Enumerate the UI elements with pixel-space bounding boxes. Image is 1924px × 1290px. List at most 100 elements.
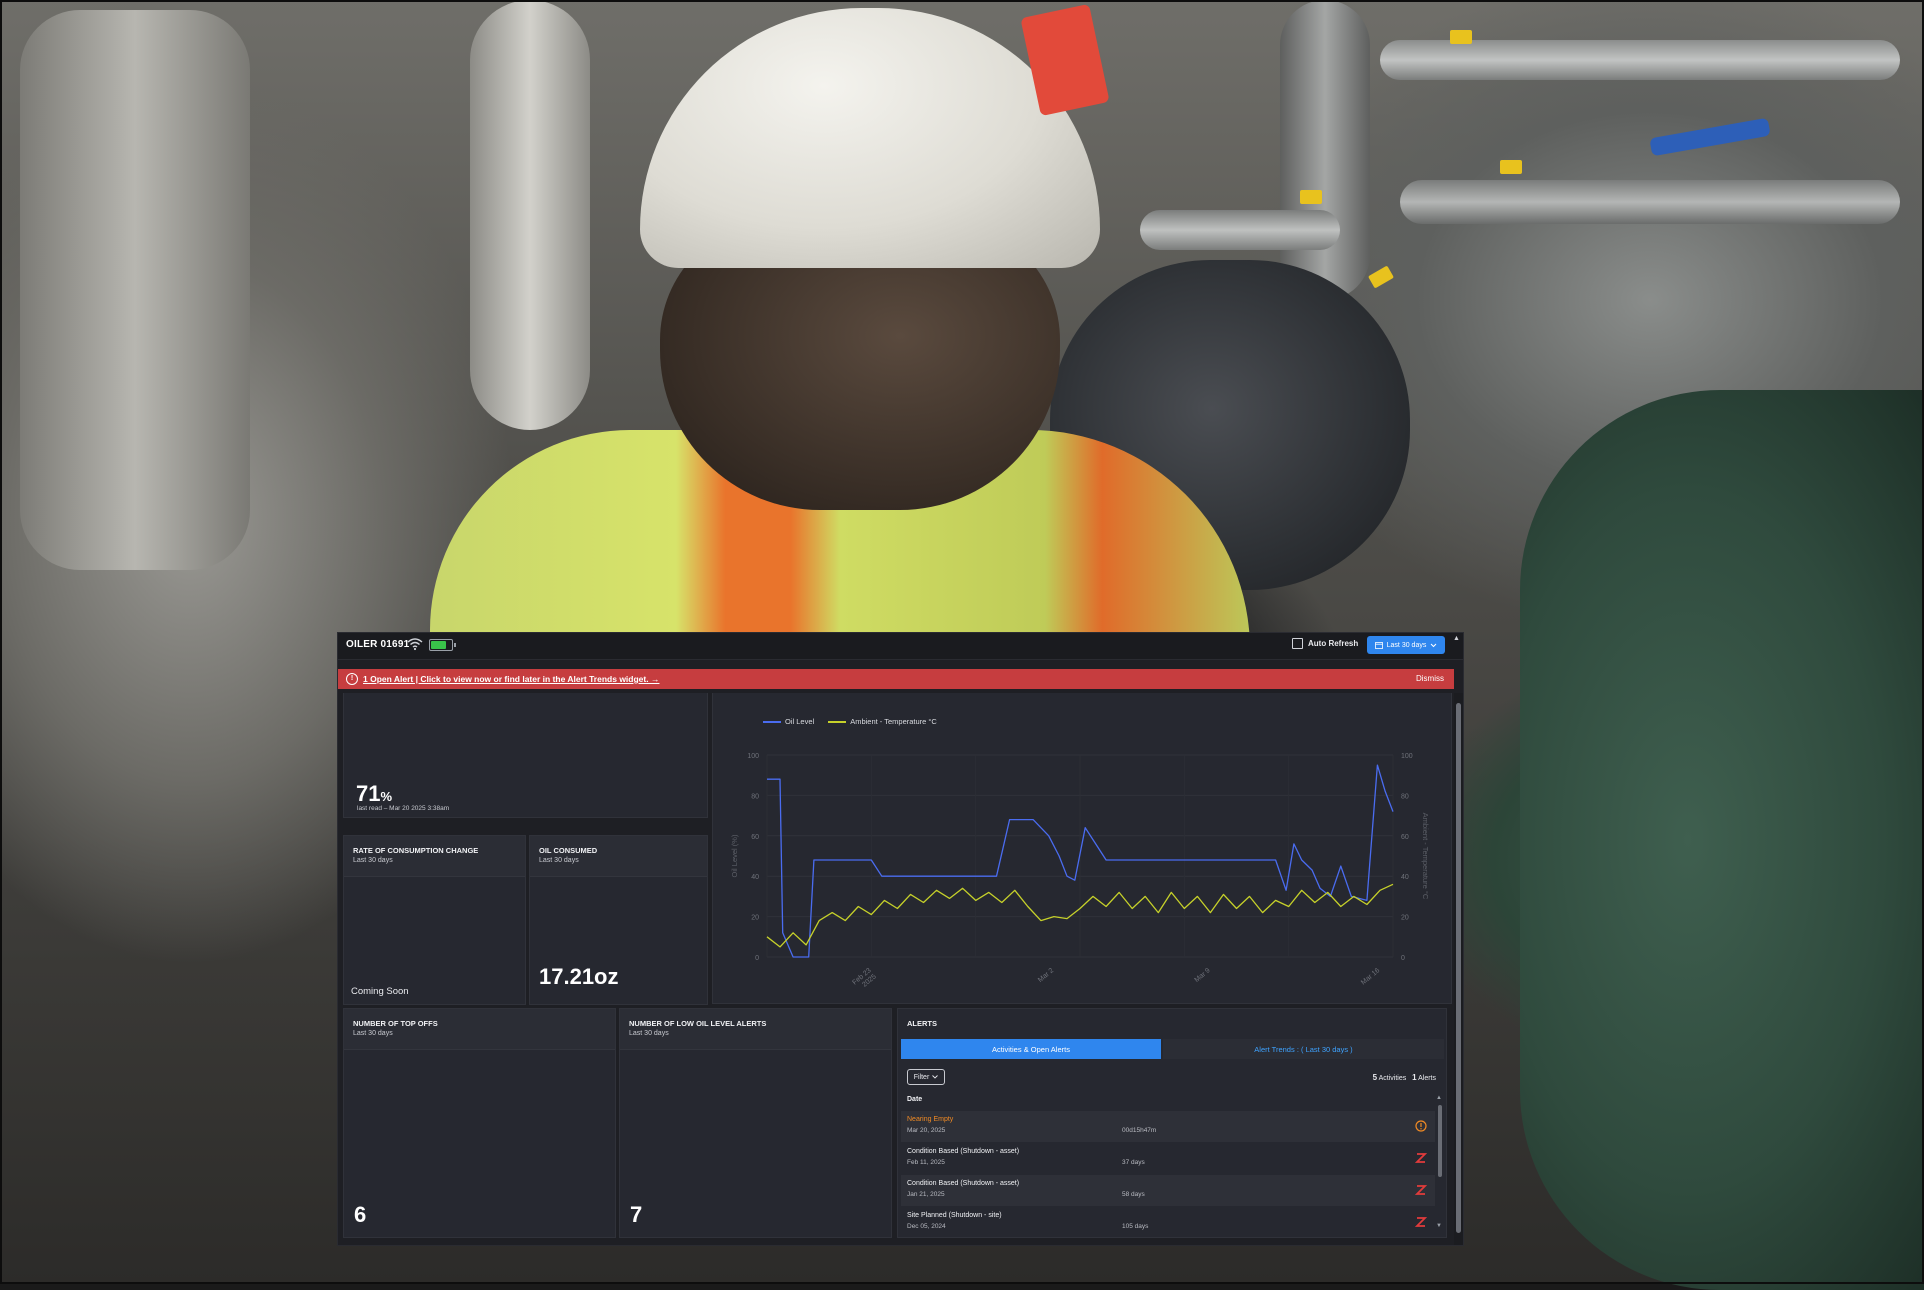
y-left-tick-label: 40 [751, 874, 759, 881]
yellow-tag [1367, 265, 1395, 289]
y-left-tick-label: 60 [751, 834, 759, 841]
yellow-tag [1300, 190, 1322, 204]
activity-alert-counts: 5 Activities 1 Alerts [1373, 1073, 1436, 1082]
alerts-count: 1 [1412, 1073, 1417, 1082]
x-tick-label: Feb 232025 [851, 967, 877, 993]
oiler-dashboard: OILER 01691 Auto Refresh Last 30 days ▲ [337, 632, 1464, 1246]
alerts-scroll-down-icon[interactable]: ▼ [1436, 1223, 1442, 1229]
chevron-down-icon [932, 1075, 939, 1079]
oil-level-card: 71% last read – Mar 20 2025 3:38am [343, 693, 708, 818]
pipe [20, 10, 250, 570]
pipe [1400, 180, 1900, 224]
alert-row-duration: 58 days [1122, 1191, 1145, 1198]
shutdown-icon [1415, 1185, 1427, 1195]
coming-soon-text: Coming Soon [351, 986, 409, 997]
card-title: RATE OF CONSUMPTION CHANGE [353, 846, 479, 855]
auto-refresh-label: Auto Refresh [1308, 639, 1359, 648]
card-title: NUMBER OF TOP OFFS [353, 1019, 438, 1028]
top-bar: OILER 01691 Auto Refresh Last 30 days ▲ [338, 633, 1463, 660]
auto-refresh-toggle[interactable]: Auto Refresh [1292, 638, 1358, 649]
card-subtitle: Last 30 days [353, 857, 393, 864]
battery-level-fill [431, 641, 446, 649]
x-tick-label: Mar 2 [1037, 967, 1055, 984]
pipe [1140, 210, 1340, 250]
alert-row-date: Jan 21, 2025 [907, 1191, 945, 1198]
alert-row[interactable]: Nearing Empty Mar 20, 2025 00d15h47m [901, 1111, 1435, 1142]
y-right-tick-label: 0 [1401, 955, 1405, 962]
card-header: NUMBER OF TOP OFFS Last 30 days [344, 1009, 615, 1050]
top-offs-value: 6 [354, 1202, 367, 1227]
motor [1520, 390, 1924, 1290]
alerts-card: ALERTS Activities & Open Alerts Alert Tr… [897, 1008, 1447, 1238]
y-left-tick-label: 0 [755, 955, 759, 962]
device-name: OILER 01691 [346, 639, 410, 650]
oil-consumed-value: 17.21oz [539, 964, 619, 989]
alert-row-title: Condition Based (Shutdown - asset) [907, 1180, 1020, 1187]
y-left-tick-label: 80 [751, 793, 759, 800]
scroll-up-arrow-icon[interactable]: ▲ [1453, 635, 1460, 642]
filter-label: Filter [913, 1073, 930, 1081]
card-subtitle: Last 30 days [539, 857, 579, 864]
alert-row-title: Nearing Empty [907, 1116, 954, 1123]
alert-row[interactable]: Condition Based (Shutdown - asset) Jan 2… [901, 1175, 1435, 1206]
alerts-title: ALERTS [907, 1019, 937, 1028]
main-scrollbar-thumb[interactable] [1456, 703, 1461, 1233]
activities-count: 5 [1372, 1073, 1378, 1082]
tab-alert-trends[interactable]: Alert Trends : ( Last 30 days ) [1163, 1039, 1444, 1059]
wifi-icon [407, 638, 423, 651]
open-alert-link[interactable]: 1 Open Alert | Click to view now or find… [363, 674, 659, 684]
alert-row[interactable]: Site Planned (Shutdown - site) Dec 05, 2… [901, 1207, 1435, 1233]
pipe [1380, 40, 1900, 80]
y-right-axis-label: Ambient - Temperature °C [1421, 813, 1430, 900]
oil-level-temperature-chart: 0 20 40 60 80 100 0 20 40 60 80 100 Feb 232025 Mar 2 M… [730, 753, 1430, 993]
y-left-tick-label: 100 [747, 753, 759, 760]
pipe [470, 0, 590, 430]
battery-icon [429, 639, 456, 651]
card-title: OIL CONSUMED [539, 846, 598, 855]
yellow-tag [1500, 160, 1522, 174]
alert-row-title: Site Planned (Shutdown - site) [907, 1212, 1002, 1219]
tab-activities-open-alerts[interactable]: Activities & Open Alerts [901, 1039, 1161, 1059]
alert-row-duration: 00d15h47m [1122, 1127, 1157, 1134]
alert-row-date: Mar 20, 2025 [907, 1127, 946, 1134]
rate-of-consumption-card: RATE OF CONSUMPTION CHANGE Last 30 days … [343, 835, 526, 1005]
date-range-button[interactable]: Last 30 days [1367, 636, 1445, 654]
card-header: NUMBER OF LOW OIL LEVEL ALERTS Last 30 d… [620, 1009, 891, 1050]
card-subtitle: Last 30 days [629, 1030, 669, 1037]
alerts-scrollbar-thumb[interactable] [1438, 1105, 1442, 1177]
y-right-tick-label: 60 [1401, 834, 1409, 841]
card-header: OIL CONSUMED Last 30 days [530, 836, 707, 877]
y-right-tick-label: 80 [1401, 793, 1409, 800]
oil-level-unit: % [380, 789, 393, 804]
date-column-header: Date [907, 1096, 923, 1103]
x-tick-label: Mar 9 [1193, 967, 1211, 984]
y-left-axis-label: Oil Level (%) [730, 834, 739, 877]
open-alert-banner[interactable]: ! 1 Open Alert | Click to view now or fi… [338, 669, 1454, 689]
warning-circle-icon [1415, 1120, 1427, 1132]
alert-row[interactable]: Condition Based (Shutdown - asset) Feb 1… [901, 1143, 1435, 1174]
oil-level-value: 71% [356, 781, 393, 806]
oil-level-chart-card: Oil Level Ambient - Temperature °C 0 20 40 6… [712, 693, 1452, 1004]
oil-consumed-card: OIL CONSUMED Last 30 days 17.21oz [529, 835, 708, 1005]
auto-refresh-checkbox[interactable] [1292, 638, 1303, 649]
card-header: RATE OF CONSUMPTION CHANGE Last 30 days [344, 836, 525, 877]
alert-row-duration: 37 days [1122, 1159, 1145, 1166]
alert-row-duration: 105 days [1122, 1223, 1149, 1230]
alert-row-date: Feb 11, 2025 [907, 1159, 945, 1166]
low-oil-alerts-value: 7 [630, 1202, 643, 1227]
x-tick-label: Mar 16 [1360, 967, 1381, 986]
yellow-tag [1450, 30, 1472, 44]
shutdown-icon [1415, 1153, 1427, 1163]
alert-row-title: Condition Based (Shutdown - asset) [907, 1148, 1020, 1155]
y-right-tick-label: 100 [1401, 753, 1413, 760]
dismiss-button[interactable]: Dismiss [1416, 674, 1444, 683]
alerts-label: Alerts [1418, 1075, 1436, 1082]
alerts-scroll-up-icon[interactable]: ▲ [1436, 1095, 1442, 1101]
y-left-tick-label: 20 [751, 915, 759, 922]
chevron-down-icon [1430, 643, 1437, 647]
alert-row-date: Dec 05, 2024 [907, 1223, 946, 1230]
valve-handle [1649, 117, 1771, 157]
filter-button[interactable]: Filter [907, 1069, 945, 1085]
top-offs-card: NUMBER OF TOP OFFS Last 30 days 6 [343, 1008, 616, 1238]
card-title: NUMBER OF LOW OIL LEVEL ALERTS [629, 1019, 767, 1028]
